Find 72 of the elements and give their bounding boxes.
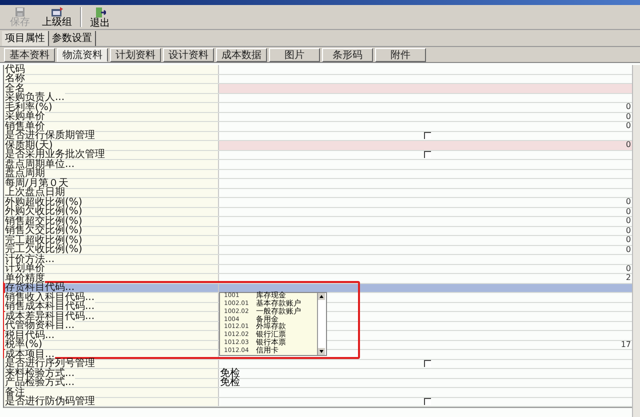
property-label: 保质期(天): [4, 140, 53, 150]
exit-icon: [94, 6, 106, 18]
tab[interactable]: 图片: [269, 48, 320, 62]
property-label: 盘点周期: [4, 169, 45, 178]
tab[interactable]: 基本资料: [4, 48, 55, 62]
property-label: 税目代码...: [4, 330, 55, 340]
property-label: 销售收入科目代码...: [4, 292, 95, 302]
property-label: 采购负责人...: [4, 93, 65, 102]
property-label: 是否进行防伪码管理: [4, 397, 95, 406]
property-label: 销售单价: [4, 122, 45, 131]
property-label: 盘点周期单位...: [4, 160, 75, 169]
toolbar-button[interactable]: 退出: [84, 5, 116, 29]
property-label: 存货科目代码...: [4, 283, 75, 292]
property-label: 销售超交比例(%): [4, 216, 82, 226]
property-value: 0: [626, 217, 632, 226]
property-label: 税率(%): [4, 340, 42, 350]
property-label: 每周/月第０天: [4, 178, 68, 188]
property-label: 上次盘点日期: [4, 188, 65, 198]
tab[interactable]: 条形码: [322, 48, 373, 62]
property-label: 外购超收比例(%): [4, 198, 82, 207]
property-label: 备注: [4, 388, 25, 397]
property-label: 成本差异科目代码...: [4, 312, 95, 321]
property-value: 免检: [219, 368, 240, 378]
scroll-up-icon[interactable]: [318, 292, 325, 300]
property-value: 0: [626, 112, 632, 121]
tab[interactable]: 项目属性: [2, 31, 49, 46]
property-value: 2: [626, 274, 632, 282]
property-label: 销售欠交比例(%): [4, 226, 82, 236]
property-value: 0: [626, 103, 632, 112]
property-label: 计价方法...: [4, 254, 55, 264]
property-label: 完工超收比例(%): [4, 236, 82, 245]
property-label: 是否进行序列号管理: [4, 359, 95, 368]
property-label: 来料检验方式...: [4, 368, 75, 378]
scrollbar[interactable]: [317, 292, 326, 354]
property-label: 成本项目...: [4, 350, 55, 359]
property-value: 0: [626, 141, 632, 150]
tab[interactable]: 附件: [375, 48, 426, 62]
property-value: 0: [626, 236, 632, 244]
property-label: 销售成本科目代码...: [4, 302, 95, 312]
property-label: 代码: [4, 64, 25, 74]
property-value: 0: [626, 264, 632, 273]
property-label: 完工欠收比例(%): [4, 245, 82, 254]
required-field[interactable]: [219, 84, 632, 92]
property-label: 采购单价: [4, 112, 45, 122]
property-label: 产品检验方式...: [4, 378, 75, 388]
property-label: 单价精度: [4, 274, 45, 283]
property-label: 名称: [4, 74, 25, 84]
property-value: 0: [626, 198, 632, 206]
folder-icon: [51, 7, 63, 17]
tab[interactable]: 设计资料: [163, 48, 214, 62]
scrollbar[interactable]: [632, 65, 640, 417]
property-value: 0: [626, 208, 632, 216]
property-label: 毛利率(%): [4, 102, 52, 112]
tab[interactable]: 成本数据: [216, 48, 267, 62]
property-label: 全名: [4, 84, 25, 93]
property-label: 计划单价: [4, 264, 45, 274]
property-value: 0: [626, 122, 632, 130]
tab[interactable]: 物流资料: [57, 48, 108, 62]
property-label: 外购欠收比例(%): [4, 207, 82, 216]
property-value: 0: [626, 226, 632, 235]
property-label: 是否进行保质期管理: [4, 131, 95, 140]
property-value: 17: [620, 340, 632, 349]
save-icon: [15, 7, 25, 17]
tab[interactable]: 参数设置: [49, 31, 96, 46]
property-value: 免检: [219, 378, 240, 388]
property-label: 是否采用业务批次管理: [4, 150, 105, 160]
property-label: 代管物资科目...: [4, 321, 75, 330]
required-field[interactable]: 0: [219, 141, 632, 150]
toolbar-button[interactable]: 上级组: [36, 5, 78, 29]
tab[interactable]: 计划资料: [110, 48, 161, 62]
property-value: 0: [626, 246, 632, 254]
scroll-down-icon[interactable]: [318, 348, 325, 354]
